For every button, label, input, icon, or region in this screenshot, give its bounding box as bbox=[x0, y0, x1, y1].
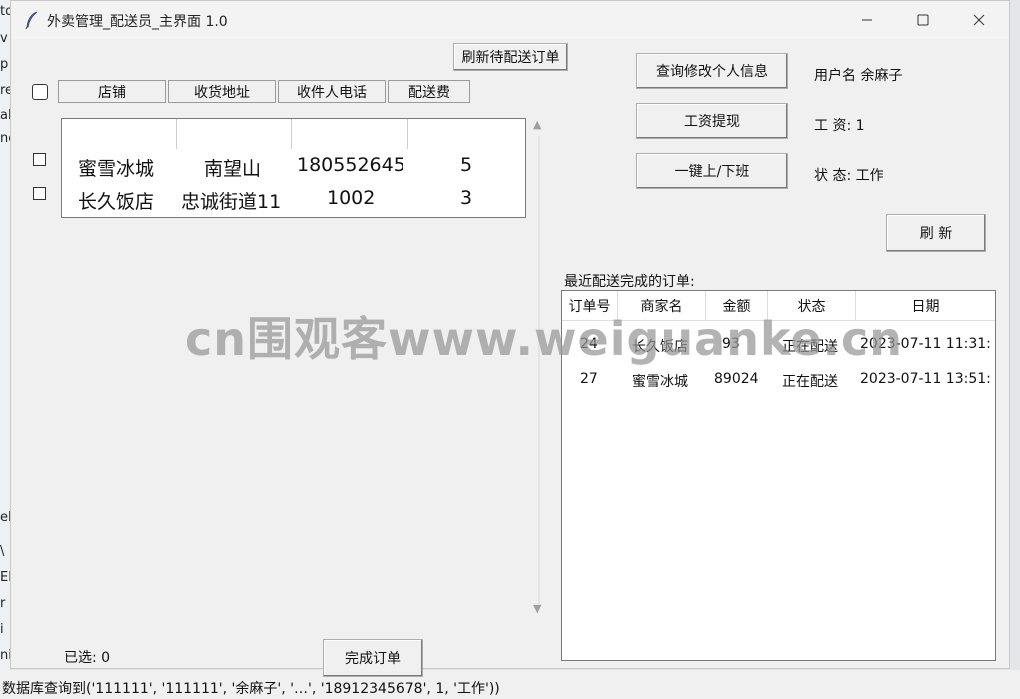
cell-fee: 3 bbox=[460, 187, 473, 209]
background-text-fragment: \ bbox=[0, 544, 5, 559]
title-bar[interactable]: 外卖管理_配送员_主界面 1.0 bbox=[11, 1, 1009, 39]
edit-profile-button[interactable]: 查询修改个人信息 bbox=[636, 53, 788, 89]
column-separator bbox=[291, 119, 292, 149]
status-row: 状 态: 工作 bbox=[814, 165, 884, 185]
status-label: 状 态: bbox=[814, 168, 852, 184]
scroll-up-arrow-icon[interactable]: ▲ bbox=[533, 118, 541, 131]
cell-fee: 5 bbox=[460, 154, 473, 176]
column-header-shop[interactable]: 店铺 bbox=[58, 80, 166, 103]
background-text-fragment: p bbox=[0, 57, 9, 72]
close-icon bbox=[973, 14, 985, 26]
cell-shop-name: 蜜雪冰城 bbox=[632, 374, 688, 390]
column-header-order-id[interactable]: 订单号 bbox=[562, 291, 618, 321]
desktop-background-right bbox=[1010, 0, 1020, 699]
cell-date: 2023-07-11 11:31: bbox=[860, 336, 991, 352]
cell-phone: 1002 bbox=[327, 187, 376, 209]
background-text-fragment: al bbox=[0, 108, 10, 123]
close-button[interactable] bbox=[951, 1, 1007, 39]
column-header-shop-name[interactable]: 商家名 bbox=[618, 291, 706, 321]
background-text-fragment: el bbox=[0, 510, 10, 525]
cell-address: 忠诚街道11 bbox=[181, 191, 282, 213]
toggle-shift-button[interactable]: 一键上/下班 bbox=[636, 153, 788, 189]
complete-order-button[interactable]: 完成订单 bbox=[323, 639, 423, 677]
salary-value: 1 bbox=[855, 118, 865, 134]
main-window: 外卖管理_配送员_主界面 1.0 刷新待配送订单 店铺 收货地址 收件人电话 配… bbox=[10, 0, 1010, 677]
cell-order-id: 27 bbox=[580, 371, 598, 387]
maximize-button[interactable] bbox=[895, 1, 951, 39]
cell-state: 正在配送 bbox=[782, 374, 838, 390]
pending-list-scrollbar[interactable]: ▲ ▼ bbox=[529, 114, 549, 619]
cell-phone: 180552645 bbox=[297, 154, 403, 176]
username-row: 用户名 余麻子 bbox=[814, 65, 902, 85]
desktop-background-left bbox=[0, 0, 10, 699]
minimize-icon bbox=[862, 19, 872, 21]
background-text-fragment: r bbox=[0, 596, 6, 611]
username-value: 余麻子 bbox=[860, 68, 903, 84]
cell-amount: 89024 bbox=[714, 371, 759, 387]
scroll-down-arrow-icon[interactable]: ▼ bbox=[533, 602, 541, 615]
column-header-fee[interactable]: 配送费 bbox=[388, 80, 470, 103]
minimize-button[interactable] bbox=[839, 1, 895, 39]
column-header-amount[interactable]: 金额 bbox=[706, 291, 768, 321]
background-text-fragment: v bbox=[0, 31, 8, 46]
column-header-state[interactable]: 状态 bbox=[768, 291, 856, 321]
cell-date: 2023-07-11 13:51: bbox=[860, 371, 991, 387]
background-text-fragment: EL bbox=[0, 570, 10, 585]
maximize-icon bbox=[917, 14, 929, 26]
select-all-checkbox[interactable] bbox=[32, 84, 48, 100]
column-header-phone[interactable]: 收件人电话 bbox=[278, 80, 386, 103]
recent-orders-title: 最近配送完成的订单: bbox=[564, 274, 695, 290]
refresh-button[interactable]: 刷 新 bbox=[886, 214, 986, 252]
refresh-pending-orders-button[interactable]: 刷新待配送订单 bbox=[453, 43, 568, 71]
cell-state: 正在配送 bbox=[782, 339, 838, 355]
cell-address: 南望山 bbox=[204, 158, 262, 180]
salary-row: 工 资: 1 bbox=[814, 115, 865, 135]
username-label: 用户名 bbox=[814, 68, 856, 84]
cell-amount: 93 bbox=[722, 336, 740, 352]
cell-shop: 长久饭店 bbox=[78, 191, 155, 213]
row-checkbox[interactable] bbox=[33, 187, 46, 200]
column-header-address[interactable]: 收货地址 bbox=[168, 80, 276, 103]
withdraw-salary-button[interactable]: 工资提现 bbox=[636, 103, 788, 139]
cell-order-id: 24 bbox=[580, 336, 598, 352]
feather-icon bbox=[25, 11, 39, 33]
recent-orders-table[interactable]: 订单号 商家名 金额 状态 日期 24 长久饭店 93 正在配送 2023-07… bbox=[561, 290, 996, 661]
background-text-fragment: i bbox=[0, 622, 4, 637]
column-header-date[interactable]: 日期 bbox=[856, 291, 995, 321]
pending-orders-list[interactable]: 蜜雪冰城 南望山 180552645 5 长久饭店 忠诚街道11 1002 3 bbox=[61, 118, 526, 218]
selected-count-label: 已选: 0 bbox=[64, 650, 111, 666]
window-title: 外卖管理_配送员_主界面 1.0 bbox=[47, 14, 228, 30]
background-text-fragment: to bbox=[0, 4, 10, 19]
background-text-fragment: ne bbox=[0, 131, 10, 146]
background-text-fragment: ni bbox=[0, 648, 10, 663]
background-text-fragment: re bbox=[0, 83, 10, 98]
column-separator bbox=[176, 119, 177, 149]
background-console-text: 数据库查询到('111111', '111111', '余麻子', '…', '… bbox=[2, 681, 500, 697]
column-separator bbox=[407, 119, 408, 149]
cell-shop: 蜜雪冰城 bbox=[78, 158, 155, 180]
row-checkbox[interactable] bbox=[33, 153, 46, 166]
cell-shop-name: 长久饭店 bbox=[632, 339, 688, 355]
salary-label: 工 资: bbox=[814, 118, 852, 134]
scroll-track[interactable] bbox=[538, 136, 540, 606]
status-value: 工作 bbox=[855, 168, 884, 184]
